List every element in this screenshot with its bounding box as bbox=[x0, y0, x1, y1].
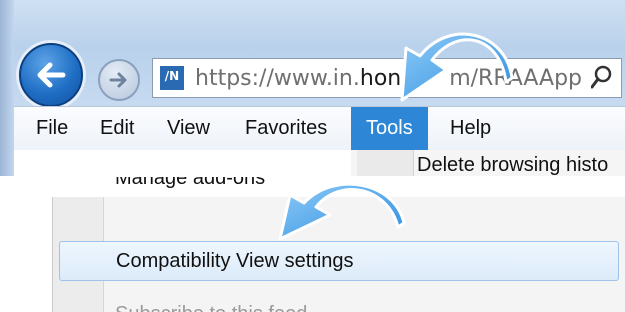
menu-item-subscribe-feed[interactable]: Subscribe to this feed... bbox=[115, 303, 324, 312]
back-button[interactable] bbox=[19, 43, 83, 107]
tools-dropdown-top: Delete browsing histo bbox=[351, 150, 625, 176]
menu-favorites[interactable]: Favorites bbox=[245, 107, 327, 150]
menu-item-label: Compatibility View settings bbox=[116, 250, 354, 272]
menu-gutter bbox=[357, 150, 414, 176]
address-bar[interactable]: /N https://www.in.hond m/RRAAApp bbox=[152, 58, 622, 98]
menu-help[interactable]: Help bbox=[450, 107, 491, 150]
menu-item-manage-add-ons[interactable]: Manage add-ons bbox=[115, 177, 265, 190]
back-arrow-icon bbox=[37, 62, 66, 88]
forward-arrow-icon bbox=[109, 72, 127, 88]
site-favicon-icon: /N bbox=[160, 66, 184, 90]
menu-edit[interactable]: Edit bbox=[100, 107, 134, 150]
browser-chrome: /N https://www.in.hond m/RRAAApp File Edi… bbox=[0, 0, 625, 176]
url-prefix: https://www.in. bbox=[195, 66, 360, 91]
menu-item-delete-browsing-history[interactable]: Delete browsing histo bbox=[417, 154, 608, 176]
window-frame-edge bbox=[0, 0, 14, 176]
search-icon[interactable] bbox=[591, 65, 615, 91]
url-suffix: m/RRAAApp bbox=[449, 66, 583, 91]
forward-button[interactable] bbox=[98, 59, 140, 101]
tools-menu-zoom: Manage add-ons Compatibility View settin… bbox=[0, 177, 625, 312]
menu-item-compatibility-view-settings[interactable]: Compatibility View settings bbox=[59, 241, 619, 281]
page-content-area bbox=[14, 150, 352, 176]
menu-file[interactable]: File bbox=[36, 107, 68, 150]
menu-view[interactable]: View bbox=[167, 107, 210, 150]
menu-bar: File Edit View Favorites Tools Help bbox=[14, 106, 625, 151]
url-text[interactable]: https://www.in.hond m/RRAAApp bbox=[195, 66, 582, 91]
url-domain: hond bbox=[359, 66, 416, 91]
menu-tools[interactable]: Tools bbox=[351, 107, 428, 150]
